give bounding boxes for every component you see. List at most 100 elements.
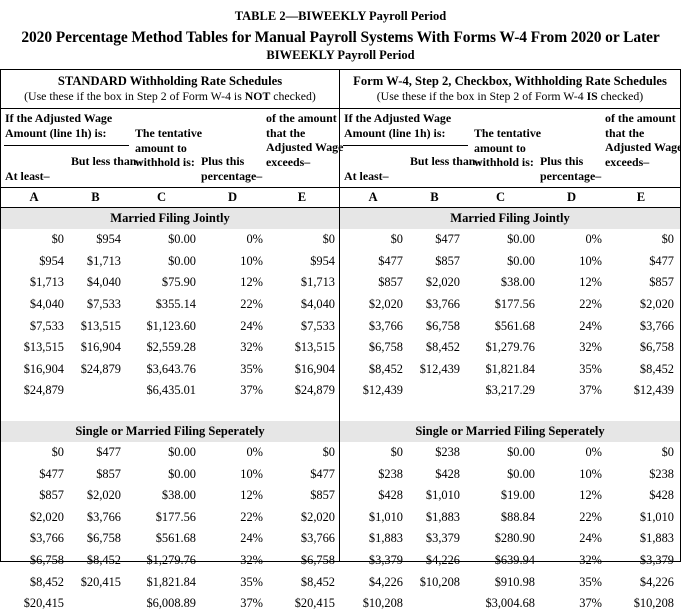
table-cell-a: $0: [51, 445, 64, 460]
table-cell-b: $1,713: [86, 253, 121, 268]
table-cell-b: $3,379: [425, 531, 460, 546]
table-cell-d: 12%: [240, 275, 263, 290]
table-cell-a: $16,904: [23, 361, 64, 376]
table-cell-d: 0%: [585, 232, 602, 247]
standard-schedule-header: STANDARD Withholding Rate Schedules (Use…: [1, 70, 339, 109]
column-letter-c: C: [495, 190, 506, 204]
payroll-period-subtitle: BIWEEKLY Payroll Period: [266, 48, 415, 62]
table-cell-b: $477: [435, 232, 460, 247]
table-cell-a: $1,713: [29, 275, 64, 290]
table-cell-d: 35%: [579, 574, 602, 589]
table-row: $0 $477 $0.00 0% $0: [340, 229, 680, 251]
table-cell-c: $6,008.89: [146, 596, 196, 611]
table-cell-c: $1,821.84: [146, 574, 196, 589]
table-cell-c: $0.00: [168, 445, 196, 460]
table-cell-e: $0: [661, 445, 674, 460]
table-cell-d: 10%: [579, 466, 602, 481]
table-cell-a: $857: [39, 488, 64, 503]
table-cell-c: $0.00: [168, 232, 196, 247]
rate-schedules-table: STANDARD Withholding Rate Schedules (Use…: [0, 69, 681, 610]
table-cell-e: $8,452: [300, 574, 335, 589]
table-cell-a: $20,415: [23, 596, 64, 611]
table-cell-b: $6,758: [425, 318, 460, 333]
checkbox-schedule-title: Form W-4, Step 2, Checkbox, Withholding …: [353, 74, 667, 88]
table-cell-a: $954: [39, 253, 64, 268]
table-cell-d: 22%: [579, 297, 602, 312]
table-cell-e: $477: [649, 253, 674, 268]
table-cell-d: 22%: [240, 509, 263, 524]
table-cell-d: 10%: [240, 253, 263, 268]
table-row: $7,533 $13,515 $1,123.60 24% $7,533: [1, 315, 339, 337]
table-row: $1,883 $3,379 $280.90 24% $1,883: [340, 528, 680, 550]
table-cell-e: $857: [310, 488, 335, 503]
table-cell-e: $0: [661, 232, 674, 247]
table-cell-b: $857: [435, 253, 460, 268]
note-prefix: (Use these if the box in Step 2 of Form …: [24, 89, 245, 103]
table-cell-d: 32%: [240, 553, 263, 568]
table-cell-d: 22%: [579, 509, 602, 524]
table-row: $2,020 $3,766 $177.56 22% $2,020: [340, 294, 680, 316]
table-cell-e: $20,415: [294, 596, 335, 611]
table-cell-e: $238: [649, 466, 674, 481]
table-cell-a: $857: [378, 275, 403, 290]
standard-withholding-schedule: STANDARD Withholding Rate Schedules (Use…: [0, 70, 343, 610]
table-row: $8,452 $12,439 $1,821.84 35% $8,452: [340, 359, 680, 381]
checkbox-letter-row: A B C D E: [340, 188, 680, 208]
table-cell-b: $954: [96, 232, 121, 247]
checkbox-schedule-body: Married Filing Jointly $0 $477 $0.00 0% $0 $47…: [340, 208, 680, 615]
table-cell-d: 37%: [240, 596, 263, 611]
table-cell-a: $13,515: [23, 340, 64, 355]
table-cell-d: 22%: [240, 297, 263, 312]
column-letter-d: D: [227, 190, 238, 204]
table-row: $477 $857 $0.00 10% $477: [340, 251, 680, 273]
table-cell-a: $0: [51, 232, 64, 247]
column-letter-a: A: [29, 190, 39, 204]
table-cell-d: 37%: [240, 383, 263, 398]
table-row: $238 $428 $0.00 10% $238: [340, 463, 680, 485]
column-letter-a: A: [368, 190, 378, 204]
filing-status-banner: Single or Married Filing Seperately: [1, 420, 339, 442]
table-row: $2,020 $3,766 $177.56 22% $2,020: [1, 507, 339, 529]
table-cell-b: $10,208: [419, 574, 460, 589]
table-cell-c: $561.68: [494, 318, 535, 333]
adjusted-wage-rule: [343, 145, 468, 146]
table-cell-b: $238: [435, 445, 460, 460]
table-row: $857 $2,020 $38.00 12% $857: [1, 485, 339, 507]
column-letter-e: E: [297, 190, 307, 204]
column-letter-c: C: [156, 190, 167, 204]
standard-schedule-note: (Use these if the box in Step 2 of Form …: [3, 89, 337, 104]
table-row: $0 $477 $0.00 0% $0: [1, 442, 339, 464]
table-cell-c: $0.00: [507, 232, 535, 247]
table-cell-d: 37%: [579, 596, 602, 611]
plus-percentage-label: Plus this percentage–: [540, 154, 602, 183]
filing-status-banner: Married Filing Jointly: [1, 208, 339, 229]
note-emphasis: IS: [586, 89, 598, 103]
table-cell-b: $1,010: [425, 488, 460, 503]
checkbox-schedule-note: (Use these if the box in Step 2 of Form …: [342, 89, 678, 104]
table-cell-c: $38.00: [161, 488, 196, 503]
table-cell-b: $24,879: [80, 361, 121, 376]
table-cell-d: 12%: [240, 488, 263, 503]
table-cell-d: 24%: [579, 531, 602, 546]
table-cell-a: $12,439: [362, 383, 403, 398]
checkbox-withholding-schedule: Form W-4, Step 2, Checkbox, Withholding …: [340, 70, 681, 610]
note-suffix: checked): [597, 89, 644, 103]
table-cell-d: 32%: [240, 340, 263, 355]
table-row: $6,758 $8,452 $1,279.76 32% $6,758: [1, 550, 339, 572]
table-row: $1,010 $1,883 $88.84 22% $1,010: [340, 507, 680, 529]
table-cell-c: $177.56: [494, 297, 535, 312]
filing-status-banner: Married Filing Jointly: [340, 208, 680, 229]
table-cell-a: $3,766: [368, 318, 403, 333]
table-row: $3,766 $6,758 $561.68 24% $3,766: [340, 315, 680, 337]
table-cell-b: $2,020: [425, 275, 460, 290]
table-row: $954 $1,713 $0.00 10% $954: [1, 251, 339, 273]
table-cell-d: 32%: [579, 553, 602, 568]
table-row: $24,879 $6,435.01 37% $24,879: [1, 380, 339, 402]
table-cell-c: $1,123.60: [146, 318, 196, 333]
column-letter-e: E: [636, 190, 646, 204]
table-cell-a: $2,020: [29, 509, 64, 524]
table-cell-d: 37%: [579, 383, 602, 398]
table-row: $20,415 $6,008.89 37% $20,415: [1, 593, 339, 615]
